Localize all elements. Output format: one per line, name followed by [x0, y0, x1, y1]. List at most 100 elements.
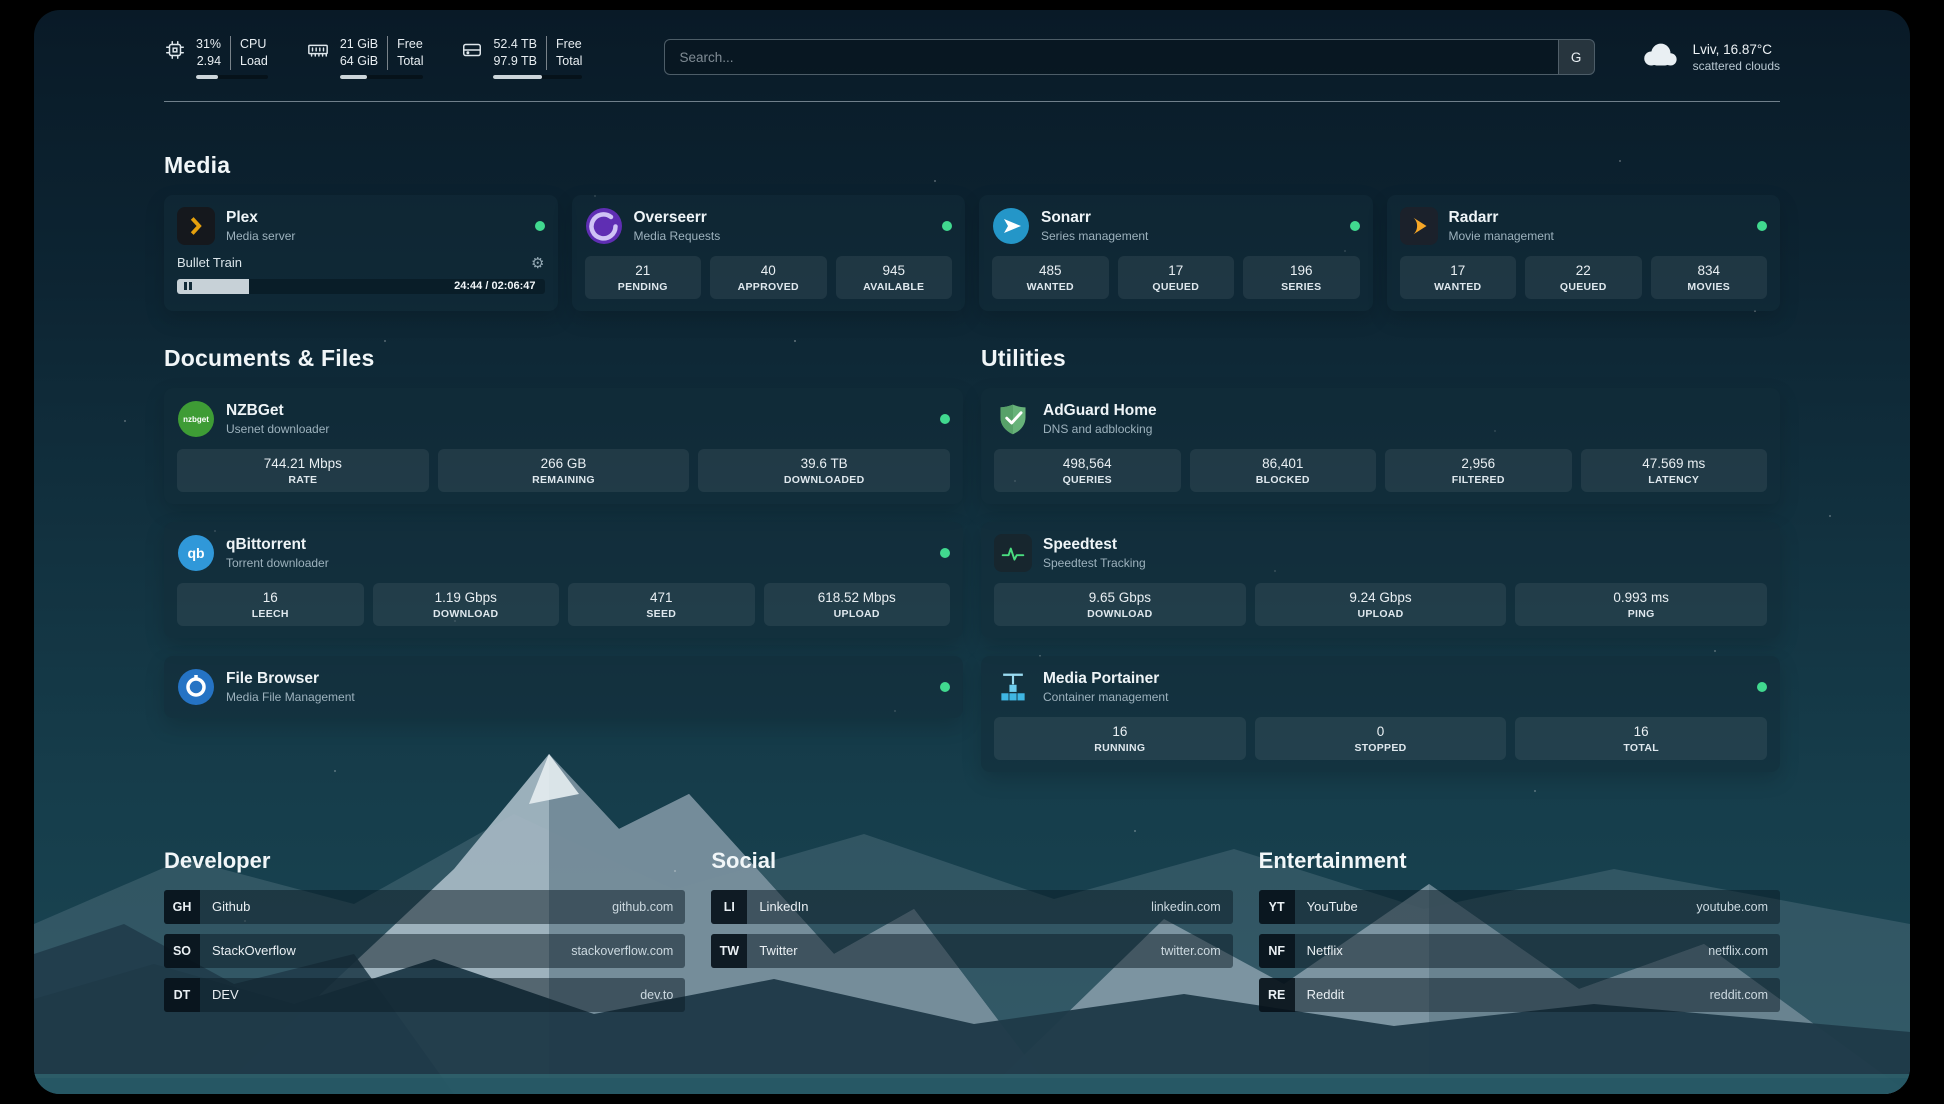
bookmark-stackoverflow[interactable]: SO StackOverflow stackoverflow.com	[164, 934, 685, 968]
app-name: File Browser	[226, 670, 355, 688]
plex-elapsed-time: 24:44 / 02:06:47	[454, 280, 535, 292]
stat-tile: 21PENDING	[585, 256, 702, 299]
portainer-icon	[994, 668, 1032, 706]
status-dot	[940, 414, 950, 424]
app-subtitle: Media Requests	[634, 229, 721, 243]
cloud-icon	[1639, 40, 1681, 75]
cpu-widget: 31% 2.94 CPU Load	[164, 36, 268, 79]
bookmarks-developer: Developer GH Github github.com SO StackO…	[164, 848, 685, 1022]
plex-card[interactable]: Plex Media server Bullet Train ⚙ 24:44 /…	[164, 195, 558, 311]
storage-widget: 52.4 TB 97.9 TB Free Total	[461, 36, 582, 79]
stat-tile: 39.6 TBDOWNLOADED	[698, 449, 950, 492]
memory-total-value: 64 GiB	[340, 53, 378, 70]
app-name: AdGuard Home	[1043, 402, 1157, 420]
stat-tile: 485WANTED	[992, 256, 1109, 299]
weather-location-temp: Lviv, 16.87°C	[1693, 42, 1780, 57]
overseerr-card[interactable]: Overseerr Media Requests 21PENDING 40APP…	[572, 195, 966, 311]
status-dot	[940, 682, 950, 692]
topbar-divider	[164, 101, 1780, 102]
radarr-icon	[1400, 207, 1438, 245]
dev-icon: DT	[164, 978, 200, 1012]
app-name: qBittorrent	[226, 536, 329, 554]
bookmark-twitter[interactable]: TW Twitter twitter.com	[711, 934, 1232, 968]
app-subtitle: Container management	[1043, 690, 1168, 704]
search-engine-button[interactable]: G	[1558, 40, 1594, 74]
stat-tile: 17QUEUED	[1118, 256, 1235, 299]
overseerr-icon	[585, 207, 623, 245]
app-name: NZBGet	[226, 402, 329, 420]
pause-icon[interactable]	[184, 282, 192, 290]
gear-icon[interactable]: ⚙	[531, 254, 544, 272]
disk-icon	[461, 39, 483, 79]
status-dot	[1757, 682, 1767, 692]
section-title-media: Media	[164, 152, 1780, 179]
stat-tile: 9.24 GbpsUPLOAD	[1255, 583, 1507, 626]
stat-tile: 86,401BLOCKED	[1190, 449, 1377, 492]
radarr-card[interactable]: Radarr Movie management 17WANTED 22QUEUE…	[1387, 195, 1781, 311]
stat-tile: 22QUEUED	[1525, 256, 1642, 299]
svg-text:qb: qb	[187, 545, 204, 561]
stat-tile: 266 GBREMAINING	[438, 449, 690, 492]
bookmarks-entertainment: Entertainment YT YouTube youtube.com NF …	[1259, 848, 1780, 1022]
bookmarks-social: Social LI LinkedIn linkedin.com TW Twitt…	[711, 848, 1232, 1022]
stat-tile: 16TOTAL	[1515, 717, 1767, 760]
stat-tile: 2,956FILTERED	[1385, 449, 1572, 492]
speedtest-card[interactable]: Speedtest Speedtest Tracking 9.65 GbpsDO…	[981, 522, 1780, 638]
storage-total-value: 97.9 TB	[493, 53, 537, 70]
qbittorrent-icon: qb	[177, 534, 215, 572]
bookmark-youtube[interactable]: YT YouTube youtube.com	[1259, 890, 1780, 924]
status-dot	[942, 221, 952, 231]
memory-total-label: Total	[397, 53, 423, 70]
filebrowser-icon	[177, 668, 215, 706]
stat-tile: 1.19 GbpsDOWNLOAD	[373, 583, 560, 626]
dashboard-page: 31% 2.94 CPU Load	[34, 10, 1910, 1094]
memory-free-value: 21 GiB	[340, 36, 378, 53]
weather-condition: scattered clouds	[1693, 59, 1780, 73]
portainer-card[interactable]: Media Portainer Container management 16R…	[981, 656, 1780, 772]
stat-tile: 40APPROVED	[710, 256, 827, 299]
top-bar: 31% 2.94 CPU Load	[164, 10, 1780, 79]
bookmark-github[interactable]: GH Github github.com	[164, 890, 685, 924]
documents-column: Documents & Files nzbget NZBGet Usenet d	[164, 345, 963, 790]
weather-widget: Lviv, 16.87°C scattered clouds	[1639, 40, 1780, 75]
nzbget-card[interactable]: nzbget NZBGet Usenet downloader 744.21 M…	[164, 388, 963, 504]
filebrowser-card[interactable]: File Browser Media File Management	[164, 656, 963, 718]
bookmark-dev[interactable]: DT DEV dev.to	[164, 978, 685, 1012]
storage-free-value: 52.4 TB	[493, 36, 537, 53]
plex-icon	[177, 207, 215, 245]
section-title-developer: Developer	[164, 848, 685, 874]
cpu-usage-value: 31%	[196, 36, 221, 53]
ram-icon	[306, 39, 330, 79]
search-input[interactable]	[665, 40, 1557, 74]
cpu-progress-bar	[196, 75, 268, 79]
status-dot	[1757, 221, 1767, 231]
github-icon: GH	[164, 890, 200, 924]
app-subtitle: Usenet downloader	[226, 422, 329, 436]
stat-tile: 16RUNNING	[994, 717, 1246, 760]
app-name: Radarr	[1449, 209, 1554, 227]
adguard-icon	[994, 400, 1032, 438]
section-title-social: Social	[711, 848, 1232, 874]
twitter-icon: TW	[711, 934, 747, 968]
plex-progress-bar[interactable]: 24:44 / 02:06:47	[177, 279, 545, 294]
app-subtitle: Movie management	[1449, 229, 1554, 243]
utilities-column: Utilities AdGuard Home	[981, 345, 1780, 790]
bookmark-netflix[interactable]: NF Netflix netflix.com	[1259, 934, 1780, 968]
stat-tile: 47.569 msLATENCY	[1581, 449, 1768, 492]
app-subtitle: Media server	[226, 229, 295, 243]
status-dot	[1350, 221, 1360, 231]
sonarr-icon	[992, 207, 1030, 245]
adguard-card[interactable]: AdGuard Home DNS and adblocking 498,564Q…	[981, 388, 1780, 504]
sonarr-card[interactable]: Sonarr Series management 485WANTED 17QUE…	[979, 195, 1373, 311]
nzbget-icon: nzbget	[177, 400, 215, 438]
cpu-chip-icon	[164, 39, 186, 79]
stat-tile: 196SERIES	[1243, 256, 1360, 299]
bookmark-reddit[interactable]: RE Reddit reddit.com	[1259, 978, 1780, 1012]
bookmark-linkedin[interactable]: LI LinkedIn linkedin.com	[711, 890, 1232, 924]
stat-tile: 471SEED	[568, 583, 755, 626]
svg-text:nzbget: nzbget	[183, 415, 209, 424]
stat-tile: 618.52 MbpsUPLOAD	[764, 583, 951, 626]
storage-total-label: Total	[556, 53, 582, 70]
qbittorrent-card[interactable]: qb qBittorrent Torrent downloader 16LEEC…	[164, 522, 963, 638]
status-dot	[940, 548, 950, 558]
